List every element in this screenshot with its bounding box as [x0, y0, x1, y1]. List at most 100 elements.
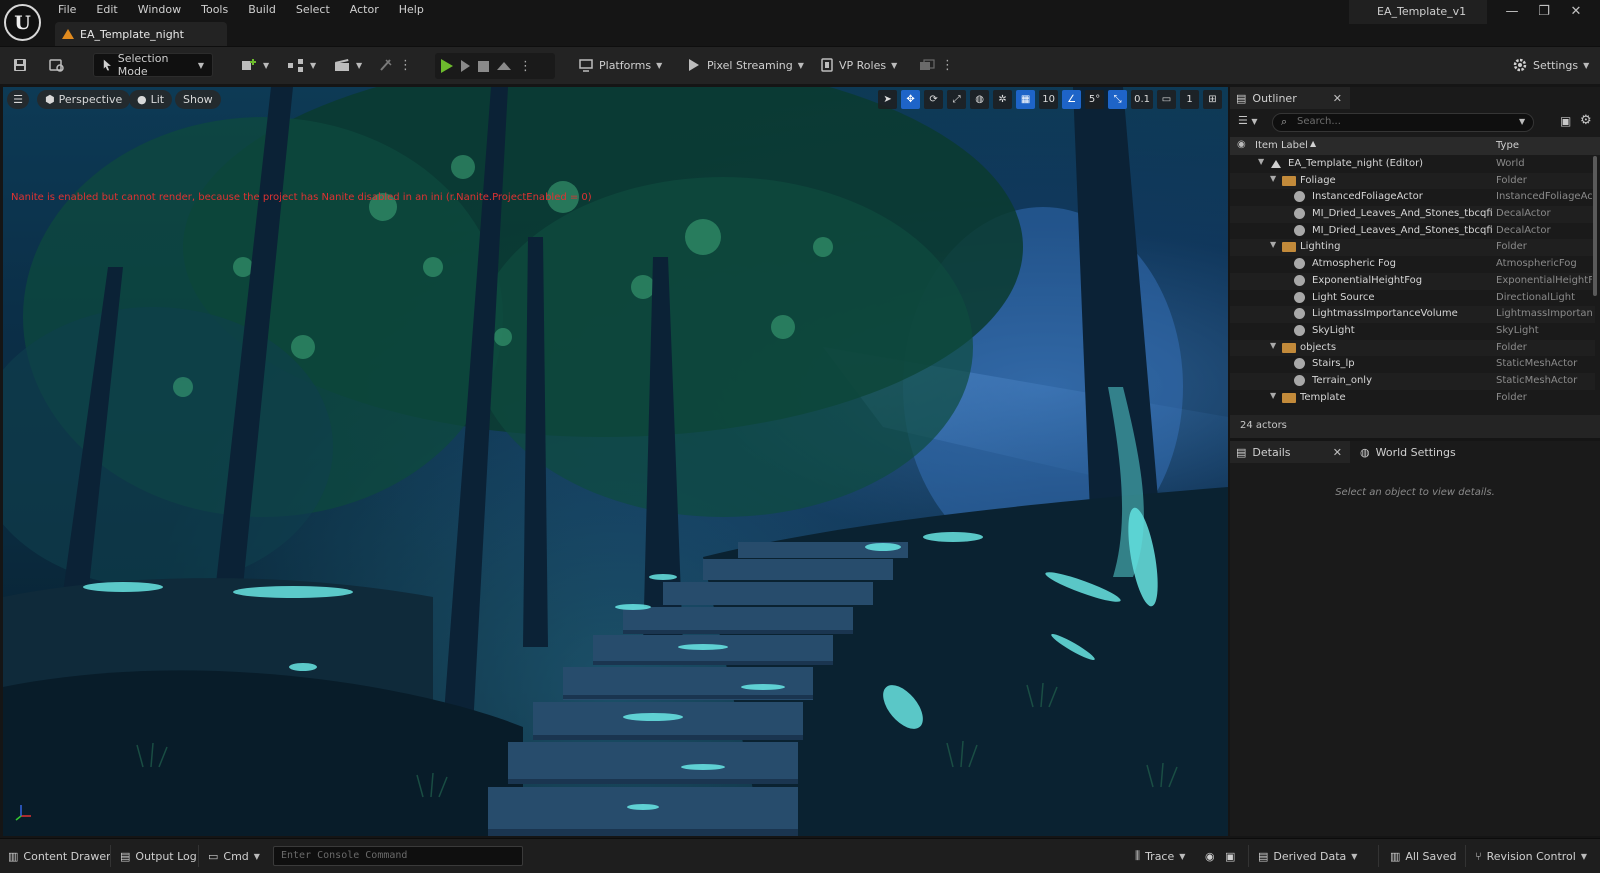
play-button[interactable] [441, 59, 453, 73]
select-tool-button[interactable]: ➤ [878, 90, 898, 109]
screenshot-button[interactable]: ▣ [1225, 846, 1235, 866]
cmd-dropdown[interactable]: ▭ Cmd ▼ [208, 846, 260, 866]
menu-tools[interactable]: Tools [191, 0, 238, 20]
expand-arrow-icon[interactable]: ▼ [1270, 174, 1276, 183]
close-tab-icon[interactable]: ✕ [1333, 92, 1342, 105]
grid-snap-value[interactable]: 10 [1039, 90, 1059, 109]
column-item-label[interactable]: Item Label [1255, 140, 1308, 151]
chevron-down-icon: ▼ [656, 60, 663, 70]
cinematics-button[interactable]: ▼ [333, 53, 362, 77]
outliner-search-input[interactable]: Search... [1272, 113, 1534, 132]
outliner-actor-row[interactable]: Atmospheric Fog AtmosphericFog [1230, 256, 1595, 273]
level-viewport[interactable]: ☰ ⬢ Perspective ● Lit Show ➤ ✥ ⟳ ⤢ ◍ ✲ ▦… [3, 87, 1228, 836]
more-options-icon[interactable]: ⋮ [941, 58, 954, 73]
chevron-down-icon: ▼ [1251, 117, 1258, 126]
unreal-logo-icon: U [4, 4, 41, 41]
chevron-down-icon[interactable]: ▼ [1519, 117, 1525, 126]
record-button[interactable]: ◉ [1205, 846, 1215, 866]
scale-snap-value[interactable]: 0.1 [1131, 90, 1153, 109]
expand-arrow-icon[interactable]: ▼ [1270, 240, 1276, 249]
outliner-actor-row[interactable]: ExponentialHeightFog ExponentialHeightFog [1230, 272, 1595, 290]
viewport-options-button[interactable]: ☰ [7, 90, 29, 109]
play-options-icon[interactable]: ⋮ [519, 59, 532, 74]
camera-speed-toggle[interactable]: ▭ [1157, 90, 1176, 109]
menu-select[interactable]: Select [286, 0, 340, 20]
scale-tool-button[interactable]: ⤢ [947, 90, 967, 109]
menu-help[interactable]: Help [389, 0, 434, 20]
outliner-actor-row[interactable]: Terrain_only StaticMeshActor [1230, 372, 1595, 390]
revision-control-button[interactable]: ⑂ Revision Control ▼ [1475, 846, 1587, 866]
outliner-actor-row[interactable]: MI_Dried_Leaves_And_Stones_tbcqfic DecalA… [1230, 223, 1595, 240]
rotate-tool-button[interactable]: ⟳ [924, 90, 944, 109]
console-command-input[interactable]: Enter Console Command [273, 846, 523, 866]
rotation-snap-value[interactable]: 5° [1085, 90, 1105, 109]
rotation-snap-toggle[interactable]: ∠ [1062, 90, 1082, 109]
blueprints-button[interactable]: ▼ [287, 53, 316, 77]
outliner-actor-row[interactable]: SkyLight SkyLight [1230, 323, 1595, 340]
menu-build[interactable]: Build [238, 0, 286, 20]
folder-icon [1282, 392, 1296, 403]
scale-snap-toggle[interactable]: ⤡ [1108, 90, 1128, 109]
expand-arrow-icon[interactable]: ▼ [1270, 341, 1276, 350]
menu-window[interactable]: Window [128, 0, 191, 20]
expand-arrow-icon[interactable]: ▼ [1270, 391, 1276, 400]
vp-roles-button[interactable]: VP Roles ▼ [820, 53, 897, 77]
outliner-folder-row[interactable]: ▼ Lighting Folder [1230, 239, 1595, 257]
lighting-mode-button[interactable]: ● Lit [129, 90, 173, 109]
close-button[interactable]: ✕ [1560, 2, 1592, 22]
menu-edit[interactable]: Edit [86, 0, 127, 20]
platforms-button[interactable]: Platforms ▼ [578, 53, 662, 77]
multi-user-button[interactable]: ⋮ [918, 53, 954, 77]
outliner-actor-row[interactable]: MI_Dried_Leaves_And_Stones_tbcqfic DecalA… [1230, 206, 1595, 223]
more-options-icon[interactable]: ⋮ [399, 58, 412, 73]
outliner-settings-button[interactable]: ⚙ [1580, 113, 1592, 128]
modes-button[interactable]: ⋮ [378, 53, 412, 77]
surface-snap-button[interactable]: ✲ [993, 90, 1013, 109]
stop-button[interactable] [478, 60, 489, 72]
outliner-actor-row[interactable]: Stairs_lp StaticMeshActor [1230, 356, 1595, 373]
coordinate-space-button[interactable]: ◍ [970, 90, 990, 109]
view-mode-button[interactable]: ⬢ Perspective [37, 90, 131, 109]
skip-button[interactable] [461, 60, 470, 72]
derived-data-button[interactable]: ▤ Derived Data ▼ [1258, 846, 1357, 866]
close-tab-icon[interactable]: ✕ [1333, 446, 1342, 459]
trace-button[interactable]: ⫼ Trace ▼ [1135, 846, 1185, 866]
chevron-down-icon: ▼ [891, 60, 898, 70]
viewport-layout-button[interactable]: ⊞ [1203, 90, 1222, 109]
pixel-streaming-button[interactable]: Pixel Streaming ▼ [686, 53, 804, 77]
output-log-button[interactable]: ▤ Output Log [120, 846, 197, 866]
restore-button[interactable]: ❐ [1528, 2, 1560, 22]
outliner-tab[interactable]: ▤ Outliner ✕ [1230, 87, 1350, 109]
translate-tool-button[interactable]: ✥ [901, 90, 921, 109]
outliner-actor-row[interactable]: Light Source DirectionalLight [1230, 290, 1595, 307]
column-type[interactable]: Type [1496, 140, 1519, 151]
add-folder-button[interactable]: ▣ [1560, 114, 1571, 128]
minimize-button[interactable]: — [1496, 2, 1528, 22]
outliner-actor-row[interactable]: LightmassImportanceVolume LightmassImport… [1230, 306, 1595, 323]
all-saved-button[interactable]: ▥ All Saved [1390, 846, 1457, 866]
menu-file[interactable]: File [48, 0, 86, 20]
selection-mode-dropdown[interactable]: Selection Mode ▼ [93, 52, 213, 78]
outliner-folder-row[interactable]: ▼ objects Folder [1230, 339, 1595, 357]
grid-snap-toggle[interactable]: ▦ [1016, 90, 1036, 109]
outliner-folder-row[interactable]: ▼ Foliage Folder [1230, 172, 1595, 190]
save-button[interactable] [12, 53, 28, 77]
eject-button[interactable] [497, 62, 511, 70]
details-tab[interactable]: ▤ Details ✕ [1230, 441, 1350, 463]
add-actor-button[interactable]: ▼ [240, 53, 269, 77]
world-settings-tab[interactable]: ◍ World Settings [1354, 441, 1484, 463]
settings-button[interactable]: Settings ▼ [1512, 53, 1589, 77]
show-flags-button[interactable]: Show [175, 90, 221, 109]
outliner-scrollbar[interactable] [1593, 156, 1597, 296]
level-document-tab[interactable]: EA_Template_night [55, 22, 227, 46]
expand-arrow-icon[interactable]: ▼ [1258, 157, 1264, 166]
outliner-folder-row[interactable]: ▼ Template Folder [1230, 390, 1595, 407]
visibility-eye-icon[interactable]: ◉ [1237, 139, 1246, 150]
content-drawer-button[interactable]: ▥ Content Drawer [8, 846, 111, 866]
outliner-actor-row[interactable]: InstancedFoliageActor InstancedFoliageAct… [1230, 189, 1595, 206]
menu-actor[interactable]: Actor [340, 0, 389, 20]
outliner-world-row[interactable]: ▼ EA_Template_night (Editor) World [1230, 156, 1595, 173]
browse-button[interactable] [48, 53, 66, 77]
camera-speed-value[interactable]: 1 [1180, 90, 1199, 109]
filter-button[interactable]: ☰ ▼ [1238, 114, 1258, 127]
